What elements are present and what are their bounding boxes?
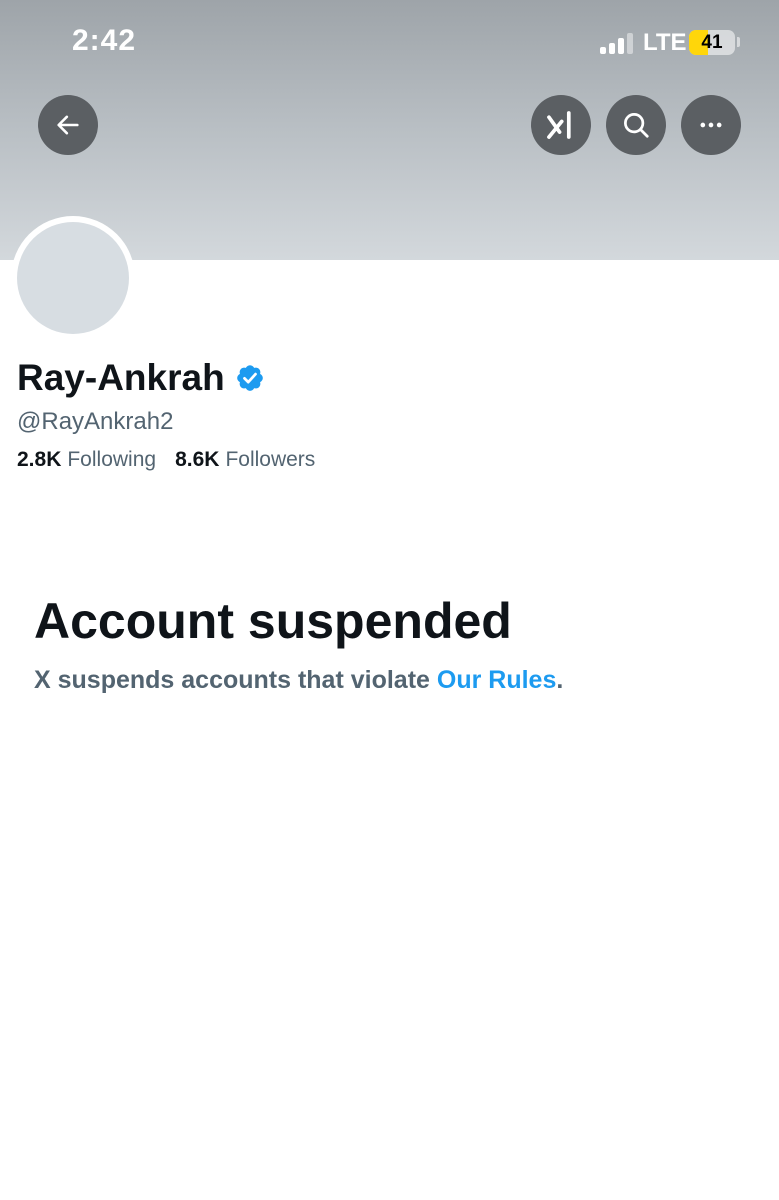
search-icon — [624, 113, 649, 138]
grok-button[interactable] — [531, 95, 591, 155]
avatar-placeholder — [17, 222, 129, 334]
display-name: Ray-Ankrah — [17, 357, 225, 398]
following-label: Following — [67, 448, 157, 471]
status-time: 2:42 — [72, 24, 137, 57]
search-button[interactable] — [606, 95, 666, 155]
network-type: LTE — [643, 29, 687, 56]
our-rules-link[interactable]: Our Rules — [437, 666, 556, 694]
profile-handle: @RayAnkrah2 — [17, 408, 174, 435]
followers-count: 8.6K — [175, 448, 220, 471]
suspension-title: Account suspended — [34, 593, 512, 649]
followers-label: Followers — [225, 448, 316, 471]
cellular-signal-icon — [600, 32, 634, 54]
more-button[interactable] — [681, 95, 741, 155]
following-stat[interactable]: 2.8K Following — [17, 448, 156, 472]
profile-stats: 2.8K Following 8.6K Followers — [17, 448, 315, 472]
profile-page: 2:42 LTE 41 Ray-Ankrah @RayAnkrah2 2.8K … — [0, 0, 779, 1200]
suspension-suffix: . — [556, 666, 564, 694]
battery-cap — [737, 37, 740, 47]
back-button[interactable] — [38, 95, 98, 155]
verified-badge-icon[interactable] — [235, 363, 265, 393]
battery-icon: 41 — [689, 30, 735, 55]
profile-name-row: Ray-Ankrah — [17, 356, 265, 400]
suspension-text: X suspends accounts that violate — [34, 666, 437, 694]
more-horizontal-icon — [700, 122, 722, 128]
grok-icon — [547, 111, 571, 139]
battery-level: 41 — [701, 32, 723, 53]
arrow-left-icon — [57, 115, 79, 135]
followers-stat[interactable]: 8.6K Followers — [175, 448, 315, 472]
suspension-message: X suspends accounts that violate Our Rul… — [34, 666, 563, 695]
avatar[interactable] — [11, 216, 135, 340]
following-count: 2.8K — [17, 448, 62, 471]
